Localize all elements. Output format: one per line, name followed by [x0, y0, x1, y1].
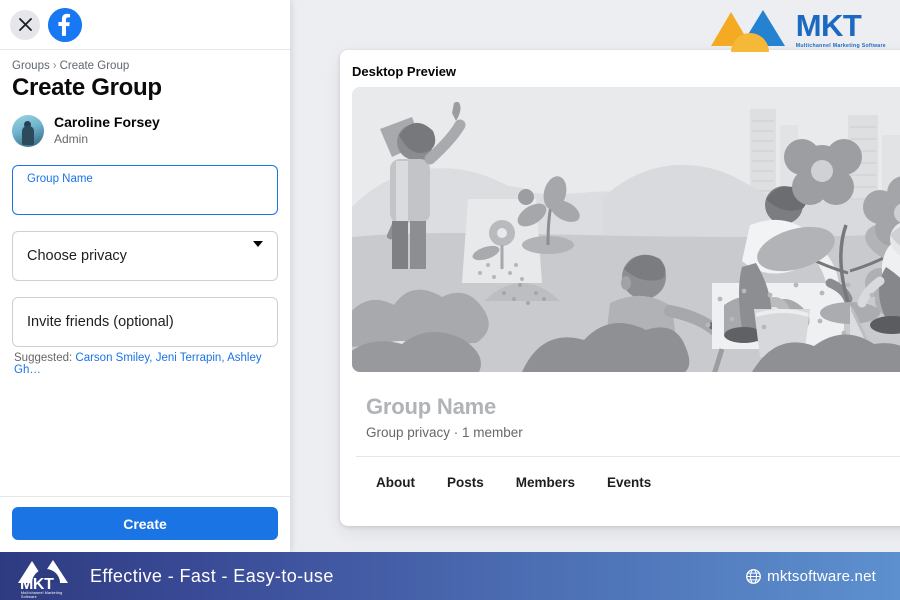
admin-name: Caroline Forsey: [54, 114, 160, 130]
mkt-watermark: MKT Multichannel Marketing Software: [710, 8, 886, 52]
preview-group-name: Group Name: [366, 394, 497, 419]
mkt-mountains-icon: [710, 8, 789, 52]
globe-icon: [746, 568, 762, 584]
sidebar-header: [0, 0, 290, 50]
suggested-friends: Suggested: Carson Smiley, Jeni Terrapin,…: [12, 352, 278, 376]
mkt-bottom-banner: MKT Multichannel Marketing Software Effe…: [0, 552, 900, 600]
sidebar-body: Groups › Create Group Create Group Carolin…: [0, 50, 290, 496]
invite-friends-input[interactable]: Invite friends (optional): [12, 297, 278, 348]
group-admin-row: Caroline Forsey Admin: [12, 114, 278, 147]
sidebar-footer: Create: [0, 496, 290, 552]
close-icon[interactable]: [10, 9, 40, 40]
tab-events[interactable]: Events: [597, 469, 661, 496]
create-group-sidebar: Groups › Create Group Create Group Carolin…: [0, 0, 290, 552]
breadcrumb-parent[interactable]: Groups: [12, 60, 50, 72]
page-title: Create Group: [12, 74, 162, 101]
community-gardening-illustration: [352, 87, 900, 372]
facebook-logo-icon[interactable]: [48, 7, 82, 42]
suggested-prefix: Suggested:: [14, 352, 73, 365]
preview-group-subtitle: Group privacy · 1 member: [366, 425, 523, 440]
create-button[interactable]: Create: [12, 507, 278, 540]
group-name-label: Group Name: [27, 173, 93, 186]
screenshot-root: MKT Multichannel Marketing Software Grou…: [0, 0, 900, 600]
privacy-label: Choose privacy: [27, 248, 127, 265]
preview-tabs: About Posts Members Events: [340, 457, 900, 496]
watermark-brand: MKT: [795, 8, 862, 44]
banner-tagline: Effective - Fast - Easy-to-use: [90, 565, 334, 586]
group-name-input[interactable]: Group Name: [12, 165, 278, 216]
tab-posts[interactable]: Posts: [437, 469, 494, 496]
banner-url: mktsoftware.net: [767, 567, 876, 585]
banner-website[interactable]: mktsoftware.net: [746, 568, 876, 585]
breadcrumb-separator: ›: [52, 60, 57, 72]
tab-about[interactable]: About: [366, 469, 425, 496]
breadcrumb-current: Create Group: [59, 60, 130, 72]
preview-title: Desktop Preview: [352, 64, 457, 79]
admin-role: Admin: [54, 131, 89, 146]
privacy-select[interactable]: Choose privacy: [12, 231, 278, 282]
desktop-preview-card: Desktop Preview Group Name Group privacy…: [340, 50, 900, 526]
tab-members[interactable]: Members: [506, 469, 585, 496]
avatar: [12, 114, 44, 147]
group-meta: Group Name Group privacy · 1 member: [340, 372, 900, 440]
chevron-down-icon: [253, 241, 263, 265]
banner-brand-sub: Multichannel Marketing Software: [21, 591, 63, 599]
breadcrumb: Groups › Create Group: [12, 60, 278, 72]
watermark-tagline: Multichannel Marketing Software: [795, 43, 886, 50]
invite-friends-label: Invite friends (optional): [27, 314, 174, 331]
mkt-mountains-icon: MKT Multichannel Marketing Software: [16, 556, 78, 599]
